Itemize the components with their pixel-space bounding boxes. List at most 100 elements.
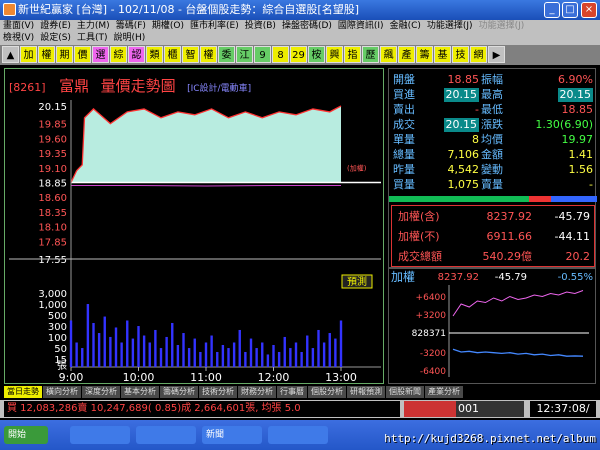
volume-bar bbox=[238, 329, 241, 367]
toolbar-button-4[interactable]: 價 bbox=[74, 46, 91, 63]
toolbar-button-9[interactable]: 櫃 bbox=[164, 46, 181, 63]
page-box[interactable]: 001 bbox=[404, 401, 524, 417]
volume-bar bbox=[199, 351, 202, 367]
tab-4[interactable]: 籌碼分析 bbox=[160, 386, 199, 398]
volume-bar bbox=[148, 342, 151, 367]
volume-bar bbox=[227, 348, 230, 367]
toolbar-button-21[interactable]: 飆 bbox=[380, 46, 397, 63]
toolbar-button-27[interactable]: ▶ bbox=[488, 46, 505, 63]
volume-bar bbox=[311, 348, 315, 367]
toolbar-button-19[interactable]: 指 bbox=[344, 46, 361, 63]
taskbar-item[interactable] bbox=[268, 426, 328, 444]
submenu-item-2[interactable]: 工具(T) bbox=[74, 32, 111, 45]
quote-value: 7,106 bbox=[447, 148, 480, 161]
taskbar-item[interactable] bbox=[136, 426, 196, 444]
tab-9[interactable]: 研報預測 bbox=[347, 386, 386, 398]
maximize-button[interactable]: □ bbox=[562, 2, 578, 18]
volume-bar bbox=[159, 348, 163, 367]
submenu-item-0[interactable]: 檢視(V) bbox=[0, 32, 37, 45]
quote-value: - bbox=[589, 178, 593, 191]
tab-0[interactable]: 當日走勢 bbox=[4, 386, 43, 398]
tab-11[interactable]: 產業分析 bbox=[425, 386, 464, 398]
volume-bar bbox=[120, 342, 123, 367]
quote-value: 6.90% bbox=[558, 73, 593, 86]
taskbar-item[interactable]: 開始 bbox=[4, 426, 48, 444]
tab-7[interactable]: 行事曆 bbox=[277, 386, 308, 398]
tab-10[interactable]: 個股新聞 bbox=[386, 386, 425, 398]
volume-bar bbox=[176, 344, 180, 367]
toolbar-button-3[interactable]: 期 bbox=[56, 46, 73, 63]
volume-bar bbox=[300, 351, 303, 367]
toolbar-button-22[interactable]: 產 bbox=[398, 46, 415, 63]
index-row: 加權(不) 6911.66 -44.11 bbox=[392, 228, 594, 246]
toolbar-button-16[interactable]: 29 bbox=[290, 46, 307, 63]
toolbar-button-14[interactable]: 9 bbox=[254, 46, 271, 63]
toolbar-button-15[interactable]: 8 bbox=[272, 46, 289, 63]
quote-label: 昨量 bbox=[393, 163, 415, 176]
quote-label: 成交 bbox=[393, 118, 415, 131]
reference-label: (加權) bbox=[347, 164, 367, 173]
predict-label: 預測 bbox=[347, 275, 367, 288]
minimize-button[interactable]: _ bbox=[544, 2, 560, 18]
price-tick-label: 18.10 bbox=[38, 223, 67, 234]
price-tick-label: 18.60 bbox=[38, 193, 67, 204]
status-bar: 買 12,083,286賣 10,247,689( 0.85)成 2,664,6… bbox=[0, 400, 600, 418]
quote-panel: 開盤 18.85 振幅 6.90% 買進 20.15 最高 20.15 賣出 - 最低 18.85 成交… bbox=[388, 68, 597, 268]
toolbar-button-8[interactable]: 類 bbox=[146, 46, 163, 63]
toolbar-button-2[interactable]: 權 bbox=[38, 46, 55, 63]
quote-row: 賣出 - 最低 18.85 bbox=[389, 103, 597, 117]
close-button[interactable]: × bbox=[581, 2, 597, 18]
toolbar-button-5[interactable]: 選 bbox=[92, 46, 109, 63]
toolbar-button-24[interactable]: 基 bbox=[434, 46, 451, 63]
toolbar-button-6[interactable]: 綜 bbox=[110, 46, 127, 63]
page-number: 001 bbox=[458, 402, 479, 415]
toolbar-button-26[interactable]: 網 bbox=[470, 46, 487, 63]
toolbar-button-13[interactable]: 江 bbox=[236, 46, 253, 63]
quote-value: 1.41 bbox=[568, 148, 594, 161]
toolbar-button-18[interactable]: 興 bbox=[326, 46, 343, 63]
toolbar-button-25[interactable]: 技 bbox=[452, 46, 469, 63]
submenu-item-3[interactable]: 說明(H) bbox=[110, 32, 148, 45]
submenu-item-1[interactable]: 設定(S) bbox=[37, 32, 74, 45]
taskbar-item[interactable] bbox=[70, 426, 130, 444]
mini-tick-label: +3200 bbox=[416, 311, 447, 321]
time-tick-label: 12:00 bbox=[258, 371, 290, 384]
tab-6[interactable]: 財務分析 bbox=[238, 386, 277, 398]
tab-3[interactable]: 基本分析 bbox=[121, 386, 160, 398]
tab-2[interactable]: 深度分析 bbox=[82, 386, 121, 398]
tab-1[interactable]: 橫向分析 bbox=[43, 386, 82, 398]
quote-value: 18.85 bbox=[561, 103, 594, 116]
toolbar-button-23[interactable]: 籌 bbox=[416, 46, 433, 63]
price-tick-label: 19.85 bbox=[38, 120, 67, 131]
toolbar-button-10[interactable]: 智 bbox=[182, 46, 199, 63]
toolbar-button-20[interactable]: 歷 bbox=[362, 46, 379, 63]
toolbar-button-11[interactable]: 權 bbox=[200, 46, 217, 63]
quote-row: 買進 20.15 最高 20.15 bbox=[389, 88, 597, 102]
stock-code: [8261] bbox=[9, 81, 46, 94]
toolbar-button-1[interactable]: 加 bbox=[20, 46, 37, 63]
index-summary-box: 加權(含) 8237.92 -45.79 加權(不) 6911.66 -44.11 成交總額… bbox=[391, 205, 595, 267]
tab-8[interactable]: 個股分析 bbox=[308, 386, 347, 398]
mini-change: -45.79 bbox=[495, 272, 527, 283]
quote-value: 1.30(6.90) bbox=[535, 118, 593, 131]
volume-bar bbox=[165, 336, 168, 367]
index-change: 20.2 bbox=[565, 250, 591, 263]
quote-value: 1.56 bbox=[568, 163, 594, 176]
index-label: 成交總額 bbox=[398, 250, 442, 263]
quote-label: 總量 bbox=[393, 148, 415, 161]
toolbar-button-12[interactable]: 委 bbox=[218, 46, 235, 63]
toolbar-button-17[interactable]: 桉 bbox=[308, 46, 325, 63]
toolbar-button-0[interactable]: ▲ bbox=[2, 46, 19, 63]
index-value: 8237.92 bbox=[486, 210, 533, 223]
quote-row: 買量 1,075 賣量 - bbox=[389, 178, 597, 192]
price-tick-label: 19.60 bbox=[38, 134, 67, 145]
quote-label: 變動 bbox=[481, 163, 503, 176]
time-tick-label: 13:00 bbox=[325, 371, 357, 384]
predict-button[interactable]: 預測 bbox=[341, 274, 373, 289]
taskbar-item[interactable]: 新聞 bbox=[202, 426, 262, 444]
quote-label: 漲跌 bbox=[481, 118, 503, 131]
toolbar-button-7[interactable]: 認 bbox=[128, 46, 145, 63]
tab-5[interactable]: 技術分析 bbox=[199, 386, 238, 398]
index-value: 6911.66 bbox=[486, 230, 533, 243]
volume-bar bbox=[232, 342, 236, 367]
